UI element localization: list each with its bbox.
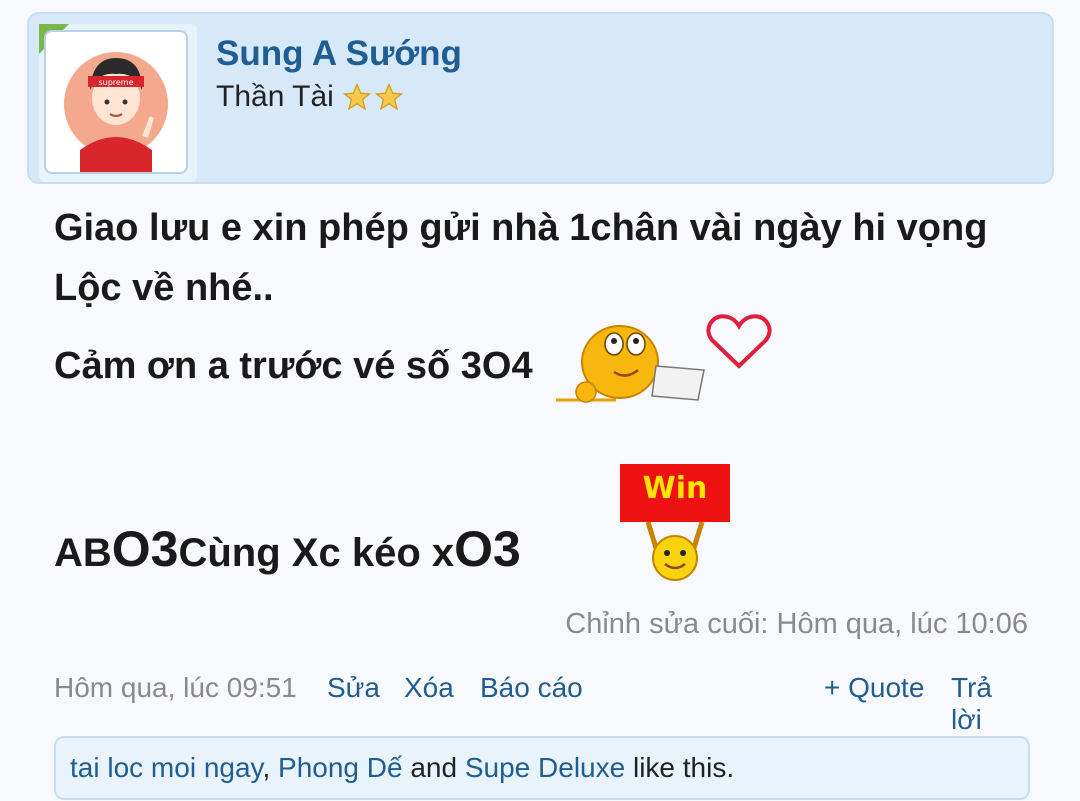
- liker-link[interactable]: Supe Deluxe: [465, 752, 625, 783]
- win-smiley-icon: Win: [620, 464, 730, 589]
- user-rank-label: Thần Tài: [216, 80, 334, 113]
- post-line-3: Cảm ơn a trước vé số 3O4: [54, 345, 533, 387]
- line4-part-c: Cùng Xc kéo x: [178, 531, 455, 575]
- username[interactable]: Sung A Sướng: [216, 34, 462, 74]
- edit-link[interactable]: Sửa: [327, 672, 380, 704]
- likes-separator: ,: [262, 752, 279, 783]
- avatar-container: supreme: [39, 24, 197, 182]
- delete-link[interactable]: Xóa: [404, 672, 454, 704]
- likes-suffix: like this.: [625, 752, 735, 783]
- post-time[interactable]: Hôm qua, lúc 09:51: [54, 672, 297, 704]
- post-line-2: Lộc về nhé..: [54, 267, 274, 309]
- heart-icon: [704, 312, 774, 377]
- avatar[interactable]: supreme: [44, 30, 188, 174]
- user-card: supreme Sung A Sướng Thần Tài: [27, 12, 1054, 184]
- liker-link[interactable]: tai loc moi ngay: [70, 752, 262, 783]
- post-meta-row: Hôm qua, lúc 09:51 Sửa Xóa Báo cáo + Quo…: [54, 672, 1030, 735]
- post-line-4: AB O3 Cùng Xc kéo x O3: [54, 520, 521, 578]
- star-icon: [374, 82, 403, 111]
- reply-link[interactable]: Trả lời: [951, 672, 1030, 736]
- line4-part-a: AB: [54, 531, 112, 575]
- quote-link[interactable]: + Quote: [824, 672, 924, 704]
- star-icon: [342, 82, 371, 111]
- thinking-smiley-icon: [556, 314, 708, 409]
- post-body: Giao lưu e xin phép gửi nhà 1chân vài ng…: [54, 198, 1044, 318]
- likes-summary: tai loc moi ngay, Phong Dế and Supe Delu…: [54, 736, 1030, 800]
- line4-part-b: O3: [111, 521, 179, 577]
- post-line-1: Giao lưu e xin phép gửi nhà 1chân vài ng…: [54, 207, 988, 249]
- last-edited-note: Chỉnh sửa cuối: Hôm qua, lúc 10:06: [565, 608, 1028, 640]
- likes-separator: and: [402, 752, 465, 783]
- svg-text:supreme: supreme: [98, 78, 133, 87]
- report-link[interactable]: Báo cáo: [480, 672, 583, 704]
- rank-stars: [342, 82, 406, 112]
- liker-link[interactable]: Phong Dế: [278, 752, 403, 783]
- line4-part-d: O3: [454, 521, 521, 577]
- user-title: Thần Tài: [216, 80, 406, 114]
- win-sign: Win: [620, 464, 730, 522]
